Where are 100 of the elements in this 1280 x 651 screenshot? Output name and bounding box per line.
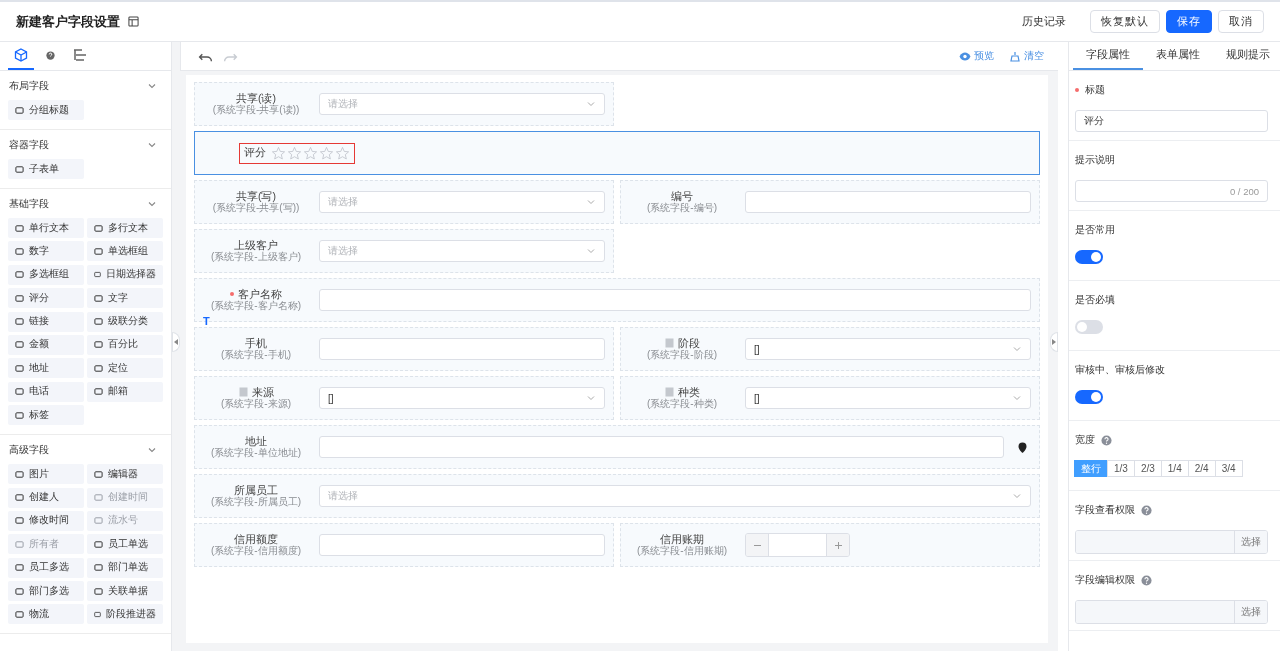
field-type-item[interactable]: 子表单 — [8, 159, 84, 179]
decrement-button[interactable] — [746, 534, 768, 556]
star-icon[interactable] — [335, 145, 350, 161]
collapse-handle[interactable] — [172, 332, 180, 352]
input-field[interactable] — [319, 289, 1031, 311]
address-field[interactable] — [319, 436, 1004, 458]
field-type-item[interactable]: 修改时间 — [8, 510, 84, 531]
width-option[interactable]: 3/4 — [1214, 460, 1243, 477]
panel-tab[interactable]: 表单属性 — [1143, 42, 1213, 70]
toggle-switch[interactable] — [1075, 390, 1103, 404]
field-type-item[interactable]: 员工多选 — [8, 557, 84, 578]
width-option[interactable]: 2/3 — [1133, 460, 1162, 477]
field-type-item[interactable]: 分组标题 — [8, 100, 84, 120]
form-field[interactable]: 共享(写) (系统字段-共享(写)) 请选择 — [194, 180, 614, 224]
field-type-item[interactable]: 电话 — [8, 381, 84, 402]
field-type-item[interactable]: 阶段推进器 — [87, 604, 163, 625]
form-field[interactable]: 手机 (系统字段-手机) — [194, 327, 614, 371]
chevron-down-icon — [1012, 491, 1022, 501]
help-icon — [1141, 574, 1152, 586]
clear-link[interactable]: 清空 — [1010, 49, 1044, 63]
panel-tab[interactable]: 字段属性 — [1073, 42, 1143, 70]
select-field[interactable]: [] — [745, 387, 1031, 409]
field-label: 来源 — [251, 386, 274, 399]
field-type-icon — [15, 164, 24, 174]
increment-button[interactable] — [827, 534, 849, 556]
input-field[interactable] — [319, 338, 605, 360]
field-type-item[interactable]: 关联单据 — [87, 581, 163, 602]
action-button[interactable]: 取消 — [1218, 10, 1264, 33]
chevron-down-icon — [1012, 393, 1022, 403]
form-field[interactable]: 种类 (系统字段-种类) [] — [620, 376, 1040, 420]
star-icon[interactable] — [271, 145, 286, 161]
field-type-item[interactable]: 金额 — [8, 334, 84, 355]
field-type-item[interactable]: 百分比 — [87, 334, 163, 355]
field-type-item[interactable]: 多选框组 — [8, 264, 84, 285]
input-field[interactable]: 评分 — [1075, 110, 1268, 132]
field-type-item[interactable]: 单行文本 — [8, 218, 84, 238]
field-type-item[interactable]: 创建人 — [8, 487, 84, 508]
form-field[interactable]: 阶段 (系统字段-阶段) [] — [620, 327, 1040, 371]
field-type-item[interactable]: 多行文本 — [87, 218, 163, 238]
field-type-item[interactable]: 部门多选 — [8, 581, 84, 602]
field-label: 阶段 — [677, 337, 700, 350]
field-sublabel: (系统字段-所属员工) — [211, 496, 301, 508]
broom-icon — [1010, 50, 1021, 62]
field-type-icon — [94, 270, 101, 280]
form-field[interactable]: 地址 (系统字段-单位地址) — [194, 425, 1040, 469]
star-icon[interactable] — [287, 145, 302, 161]
form-field[interactable]: 信用额度 (系统字段-信用额度) — [194, 523, 614, 567]
form-field[interactable]: 信用账期 (系统字段-信用账期) — [620, 523, 1040, 567]
form-field[interactable]: 编号 (系统字段-编号) — [620, 180, 1040, 224]
action-button[interactable]: 恢复默认 — [1090, 10, 1160, 33]
field-type-item[interactable]: 邮箱 — [87, 381, 163, 402]
field-type-item[interactable]: 部门单选 — [87, 557, 163, 578]
required-mark — [1075, 88, 1079, 92]
help-icon — [1141, 504, 1152, 516]
field-type-item[interactable]: 图片 — [8, 464, 84, 485]
field-label: 上级客户 — [234, 239, 278, 252]
select-field[interactable]: [] — [745, 338, 1031, 360]
field-type-item[interactable]: 日期选择器 — [87, 264, 163, 285]
width-option[interactable]: 1/4 — [1160, 460, 1189, 477]
input-field[interactable] — [319, 534, 605, 556]
field-type-item[interactable]: 地址 — [8, 358, 84, 379]
form-field[interactable]: 所属员工 (系统字段-所属员工) 请选择 — [194, 474, 1040, 518]
toggle-switch[interactable] — [1075, 320, 1103, 334]
preview-link[interactable]: 预览 — [959, 49, 994, 63]
field-type-item[interactable]: 编辑器 — [87, 464, 163, 485]
layout-icon[interactable] — [128, 16, 139, 27]
field-type-item[interactable]: 员工单选 — [87, 534, 163, 555]
field-type-item[interactable]: 文字 — [87, 288, 163, 309]
star-icon[interactable] — [303, 145, 318, 161]
form-field[interactable]: 评分 — [194, 131, 1040, 175]
field-sublabel: (系统字段-共享(写)) — [212, 202, 300, 214]
form-field[interactable]: 共享(读) (系统字段-共享(读)) 请选择 — [194, 82, 614, 126]
history-link[interactable]: 历史记录 — [1012, 10, 1076, 33]
collapse-handle[interactable] — [1050, 332, 1058, 352]
star-icon[interactable] — [319, 145, 334, 161]
number-field[interactable] — [768, 534, 827, 556]
field-type-item[interactable]: 级联分类 — [87, 311, 163, 332]
field-type-icon — [94, 469, 103, 479]
field-type-item[interactable]: 数字 — [8, 241, 84, 262]
map-pin-icon[interactable] — [1018, 441, 1027, 453]
panel-tab[interactable]: 规则提示 — [1213, 42, 1280, 70]
width-option[interactable]: 2/4 — [1187, 460, 1216, 477]
field-label: 评分 — [244, 146, 266, 160]
select-field[interactable]: [] — [319, 387, 605, 409]
field-type-item[interactable]: 标签 — [8, 405, 84, 426]
field-type-icon — [15, 340, 24, 350]
width-option[interactable]: 1/3 — [1107, 460, 1135, 477]
toggle-switch[interactable] — [1075, 250, 1103, 264]
field-type-item[interactable]: 链接 — [8, 311, 84, 332]
save-button[interactable]: 保存 — [1166, 10, 1212, 33]
field-sublabel: (系统字段-来源) — [221, 398, 291, 410]
field-type-item[interactable]: 定位 — [87, 358, 163, 379]
field-type-item[interactable]: 单选框组 — [87, 241, 163, 262]
form-field[interactable]: 来源 (系统字段-来源) [] — [194, 376, 614, 420]
input-field[interactable] — [745, 191, 1031, 213]
field-type-icon — [15, 317, 24, 327]
form-field[interactable]: 上级客户 (系统字段-上级客户) 请选择 — [194, 229, 614, 273]
field-type-item[interactable]: 评分 — [8, 288, 84, 309]
field-type-item[interactable]: 物流 — [8, 604, 84, 625]
field-type-icon — [15, 223, 24, 233]
